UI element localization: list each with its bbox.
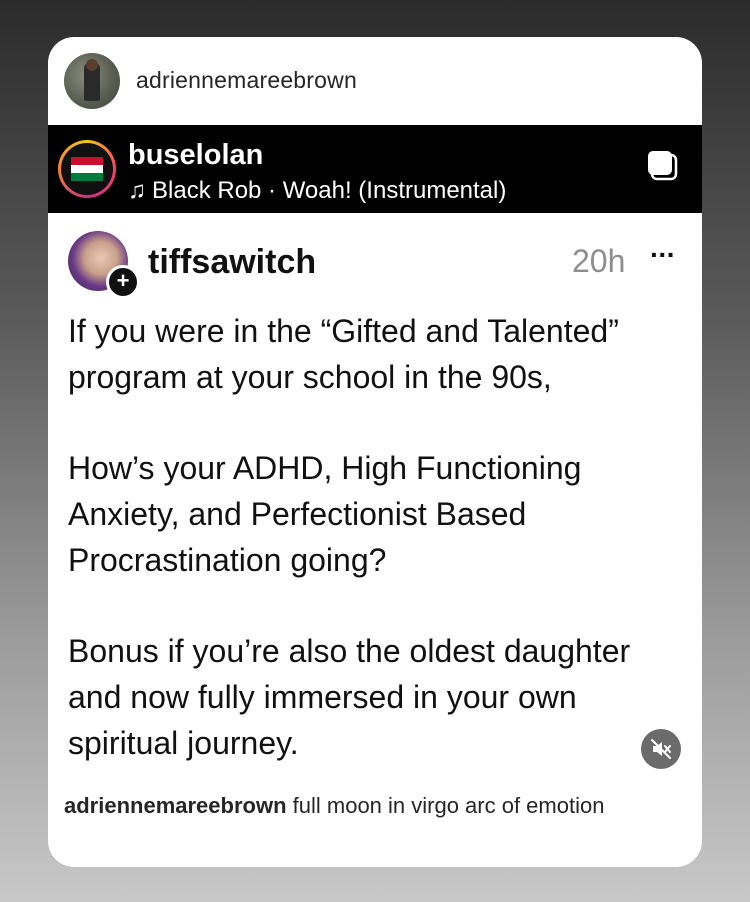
- avatar-flag-stripe: [71, 173, 103, 181]
- post-body: If you were in the “Gifted and Talented”…: [68, 308, 688, 811]
- caption-text: full moon in virgo arc of emotion: [292, 793, 605, 818]
- carousel-icon[interactable]: [646, 149, 680, 183]
- follow-plus-icon[interactable]: +: [106, 265, 140, 299]
- avatar-head: [86, 59, 98, 71]
- post-paragraph: Bonus if you’re also the oldest daughter…: [68, 633, 631, 761]
- story-author-username[interactable]: adriennemareebrown: [136, 67, 357, 94]
- mute-button[interactable]: [641, 729, 681, 769]
- music-account-avatar[interactable]: [58, 140, 116, 198]
- story-card: adriennemareebrown buselolan ♫ Black Rob …: [48, 37, 702, 867]
- embedded-post: + tiffsawitch 20h ··· If you were in the…: [48, 213, 702, 867]
- music-track-line: ♫ Black Rob · Woah! (Instrumental): [128, 177, 506, 205]
- more-options-icon[interactable]: ···: [650, 239, 676, 271]
- post-paragraph: How’s your ADHD, High Functioning Anxiet…: [68, 450, 582, 578]
- post-author-username[interactable]: tiffsawitch: [148, 243, 316, 282]
- music-account-username[interactable]: buselolan: [128, 139, 263, 172]
- story-header: adriennemareebrown: [48, 37, 702, 125]
- avatar-flag-stripe: [71, 157, 103, 165]
- music-avatar-inner: [61, 143, 113, 195]
- music-track-title: Black Rob · Woah! (Instrumental): [152, 177, 507, 204]
- story-caption: adriennemareebrown full moon in virgo ar…: [64, 793, 694, 819]
- avatar-flag-stripe: [71, 165, 103, 173]
- caption-username[interactable]: adriennemareebrown: [64, 793, 287, 818]
- mute-icon: [651, 739, 671, 759]
- post-paragraph: If you were in the “Gifted and Talented”…: [68, 313, 619, 395]
- story-author-avatar[interactable]: [64, 53, 120, 109]
- music-sticker[interactable]: buselolan ♫ Black Rob · Woah! (Instrument…: [48, 125, 702, 213]
- music-note-icon: ♫: [128, 177, 146, 204]
- post-timestamp: 20h: [572, 243, 626, 279]
